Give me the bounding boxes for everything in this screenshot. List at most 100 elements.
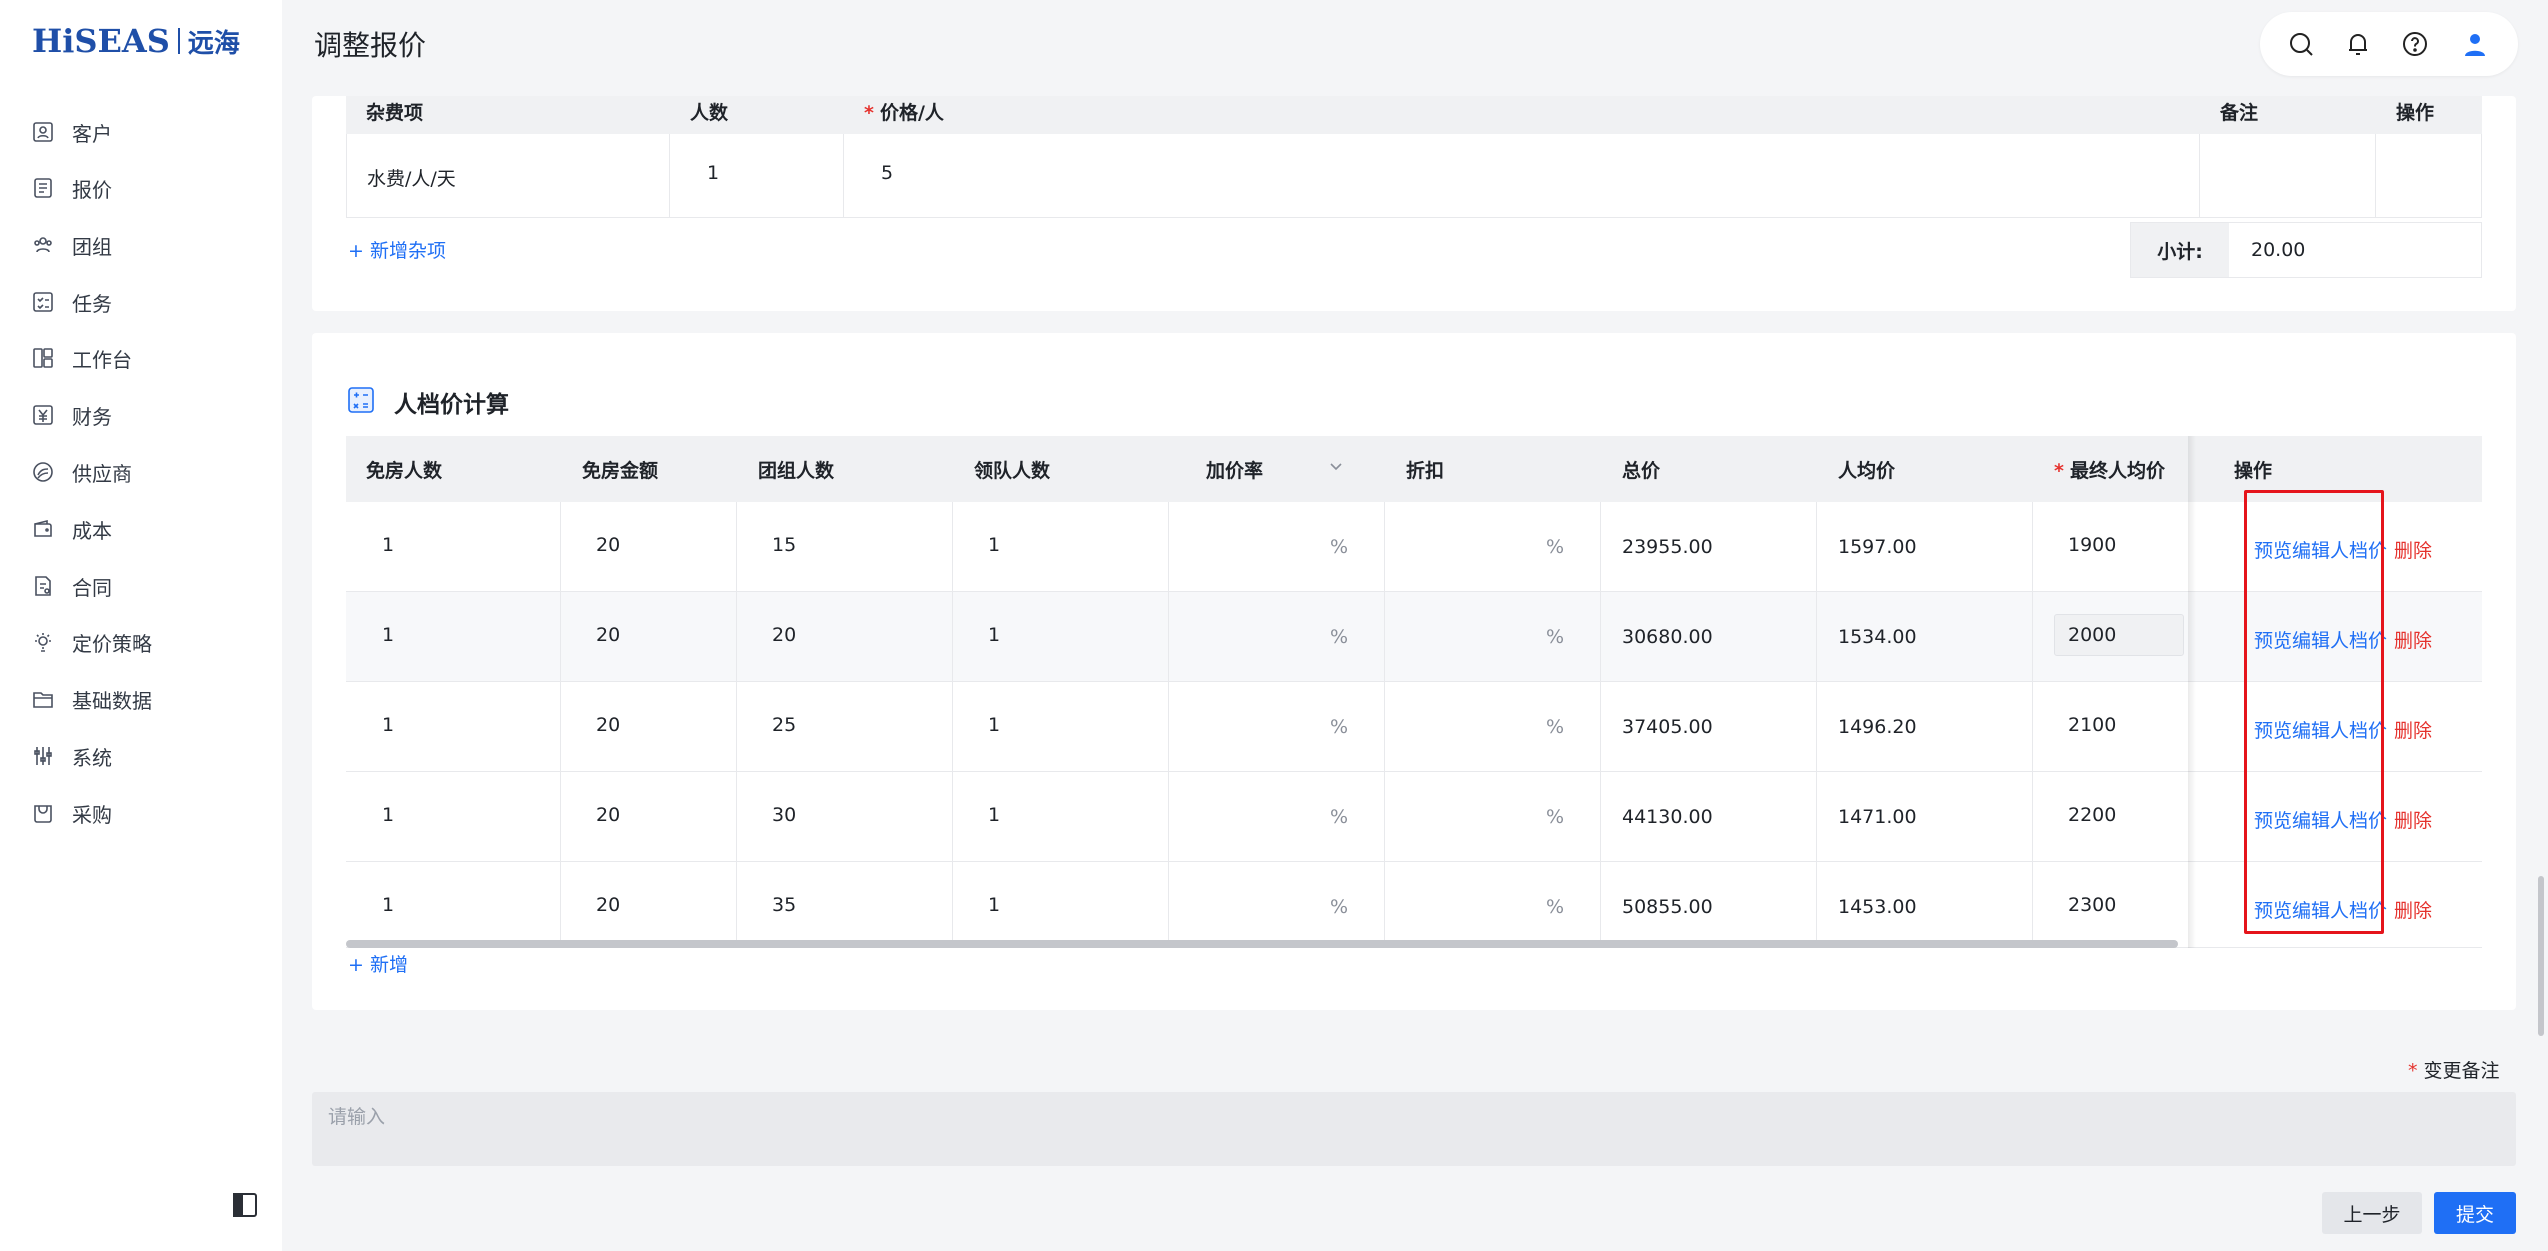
avg-value: 1496.20 [1838, 716, 1917, 738]
group-size-input[interactable]: 20 [772, 624, 796, 646]
misc-header-note: 备注 [2220, 102, 2259, 124]
markup-input[interactable]: % [1330, 806, 1348, 828]
avg-value: 1471.00 [1838, 806, 1917, 828]
system-icon [32, 745, 54, 767]
misc-header-price: * 价格/人 [864, 102, 944, 124]
logo-divider [177, 28, 180, 54]
sidebar-item-label: 采购 [72, 802, 112, 827]
delete-link[interactable]: 删除 [2394, 806, 2432, 833]
sidebar-item-system[interactable]: 系统 [32, 736, 112, 776]
group-size-input[interactable]: 15 [772, 534, 796, 556]
user-avatar-icon[interactable] [2455, 24, 2495, 64]
group-size-input[interactable]: 30 [772, 804, 796, 826]
header-leaders: 领队人数 [974, 460, 1051, 482]
delete-link[interactable]: 删除 [2394, 536, 2432, 563]
sidebar-collapse-icon[interactable] [232, 1192, 258, 1218]
group-size-input[interactable]: 35 [772, 894, 796, 916]
sidebar-item-group[interactable]: 团组 [32, 225, 112, 265]
free-rooms-input[interactable]: 1 [382, 714, 394, 736]
header: 调整报价 [282, 0, 2548, 88]
total-value: 44130.00 [1622, 806, 1713, 828]
search-icon[interactable] [2284, 27, 2318, 61]
leaders-input[interactable]: 1 [988, 894, 1000, 916]
group-size-input[interactable]: 25 [772, 714, 796, 736]
free-rooms-input[interactable]: 1 [382, 624, 394, 646]
preview-edit-link[interactable]: 预览编辑人档价 [2254, 536, 2387, 563]
sidebar-item-contract[interactable]: 合同 [32, 566, 112, 606]
discount-input[interactable]: % [1546, 806, 1564, 828]
discount-input[interactable]: % [1546, 716, 1564, 738]
sidebar-item-quote[interactable]: 报价 [32, 168, 112, 208]
preview-edit-link[interactable]: 预览编辑人档价 [2254, 806, 2387, 833]
free-amount-input[interactable]: 20 [596, 624, 620, 646]
sidebar-item-label: 供应商 [72, 461, 132, 486]
subtotal: 小计: 20.00 [2130, 222, 2482, 278]
add-misc-button[interactable]: + 新增杂项 [348, 236, 446, 263]
sidebar-item-supplier[interactable]: 供应商 [32, 452, 132, 492]
horizontal-scrollbar[interactable] [346, 940, 2178, 948]
preview-edit-link[interactable]: 预览编辑人档价 [2254, 626, 2387, 653]
sidebar-item-cost[interactable]: 成本 [32, 509, 112, 549]
table-row: 1 20 30 1 % % 44130.00 1471.00 2200 预览编辑… [346, 772, 2482, 862]
avg-value: 1534.00 [1838, 626, 1917, 648]
leaders-input[interactable]: 1 [988, 624, 1000, 646]
misc-count-input[interactable]: 1 [707, 162, 719, 184]
markup-input[interactable]: % [1330, 626, 1348, 648]
remark-textarea[interactable] [312, 1092, 2516, 1166]
total-value: 50855.00 [1622, 896, 1713, 918]
header-free-rooms: 免房人数 [366, 460, 443, 482]
submit-button[interactable]: 提交 [2434, 1192, 2516, 1234]
free-amount-input[interactable]: 20 [596, 804, 620, 826]
free-amount-input[interactable]: 20 [596, 894, 620, 916]
final-avg-input[interactable]: 2300 [2068, 894, 2116, 916]
sidebar-item-workbench[interactable]: 工作台 [32, 338, 132, 378]
cost-icon [32, 518, 54, 540]
free-rooms-input[interactable]: 1 [382, 804, 394, 826]
leaders-input[interactable]: 1 [988, 714, 1000, 736]
free-rooms-input[interactable]: 1 [382, 894, 394, 916]
sidebar-item-pricing-strategy[interactable]: 定价策略 [32, 622, 152, 662]
remark-label: * 变更备注 [2408, 1060, 2500, 1082]
final-avg-input[interactable]: 2100 [2068, 714, 2116, 736]
markup-input[interactable]: % [1330, 716, 1348, 738]
vertical-scrollbar[interactable] [2538, 876, 2544, 1036]
purchase-icon [32, 802, 54, 824]
sidebar-item-label: 系统 [72, 745, 112, 770]
sidebar-item-task[interactable]: 任务 [32, 282, 112, 322]
free-rooms-input[interactable]: 1 [382, 534, 394, 556]
final-avg-input[interactable]: 1900 [2068, 534, 2116, 556]
free-amount-input[interactable]: 20 [596, 534, 620, 556]
sidebar-item-finance[interactable]: 财务 [32, 395, 112, 435]
final-avg-value: 2000 [2068, 624, 2117, 646]
markup-input[interactable]: % [1330, 896, 1348, 918]
leaders-input[interactable]: 1 [988, 804, 1000, 826]
delete-link[interactable]: 删除 [2394, 716, 2432, 743]
leaders-input[interactable]: 1 [988, 534, 1000, 556]
preview-edit-link[interactable]: 预览编辑人档价 [2254, 716, 2387, 743]
delete-link[interactable]: 删除 [2394, 626, 2432, 653]
task-icon [32, 291, 54, 313]
help-icon[interactable] [2398, 27, 2432, 61]
discount-input[interactable]: % [1546, 536, 1564, 558]
misc-price-input[interactable]: 5 [881, 162, 893, 184]
markup-input[interactable]: % [1330, 536, 1348, 558]
header-group-size: 团组人数 [758, 460, 835, 482]
bell-icon[interactable] [2341, 27, 2375, 61]
discount-input[interactable]: % [1546, 896, 1564, 918]
sidebar-item-purchase[interactable]: 采购 [32, 793, 112, 833]
delete-link[interactable]: 删除 [2394, 896, 2432, 923]
preview-edit-link[interactable]: 预览编辑人档价 [2254, 896, 2387, 923]
total-value: 23955.00 [1622, 536, 1713, 558]
misc-header-item: 杂费项 [366, 102, 424, 124]
discount-input[interactable]: % [1546, 626, 1564, 648]
prev-step-button[interactable]: 上一步 [2322, 1192, 2422, 1234]
final-avg-input[interactable]: 2200 [2068, 804, 2116, 826]
free-amount-input[interactable]: 20 [596, 714, 620, 736]
calc-table-header: 免房人数 免房金额 团组人数 领队人数 加价率 折扣 总价 人均价 * 最终人均价… [346, 436, 2482, 502]
add-row-button[interactable]: + 新增 [348, 950, 408, 977]
table-row: 1 20 35 1 % % 50855.00 1453.00 2300 预览编辑… [346, 862, 2482, 948]
sidebar-item-base-data[interactable]: 基础数据 [32, 679, 152, 719]
chevron-down-icon[interactable] [1328, 458, 1344, 478]
sidebar-item-customer[interactable]: 客户 [32, 112, 112, 152]
header-avg: 人均价 [1838, 460, 1896, 482]
